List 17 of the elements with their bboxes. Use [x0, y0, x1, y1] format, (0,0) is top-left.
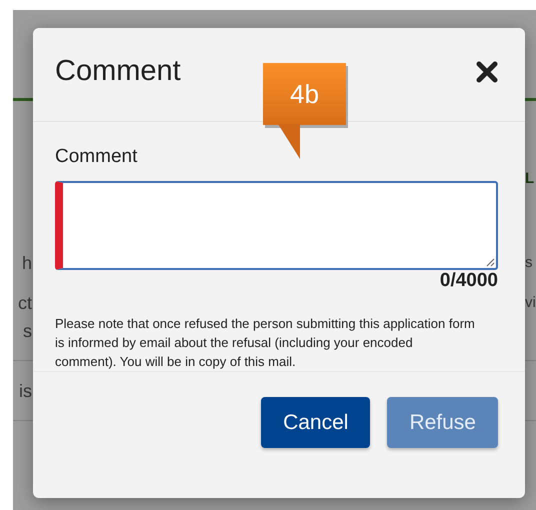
background-text: is	[19, 380, 32, 402]
background-text: s	[525, 253, 532, 273]
character-counter: 0/4000	[440, 270, 498, 292]
background-text: s	[23, 320, 32, 342]
comment-field[interactable]	[55, 181, 498, 270]
close-icon[interactable]	[475, 60, 499, 84]
dialog-button[interactable]: Cancel	[261, 397, 370, 448]
callout-pointer	[278, 124, 300, 159]
annotation-callout: 4b	[263, 63, 346, 125]
background-text: ct	[18, 292, 32, 314]
dialog-title: Comment	[55, 55, 181, 88]
field-label: Comment	[55, 146, 138, 168]
resize-grip-icon[interactable]	[485, 257, 495, 267]
background-text: L	[525, 169, 534, 189]
background-text: vi	[525, 293, 536, 313]
background-text: h	[22, 252, 32, 274]
refusal-note: Please note that once refused the person submitting this application form is informed by email about the refusal (including your encoded comment). You will be in copy of this mail.	[55, 315, 475, 371]
